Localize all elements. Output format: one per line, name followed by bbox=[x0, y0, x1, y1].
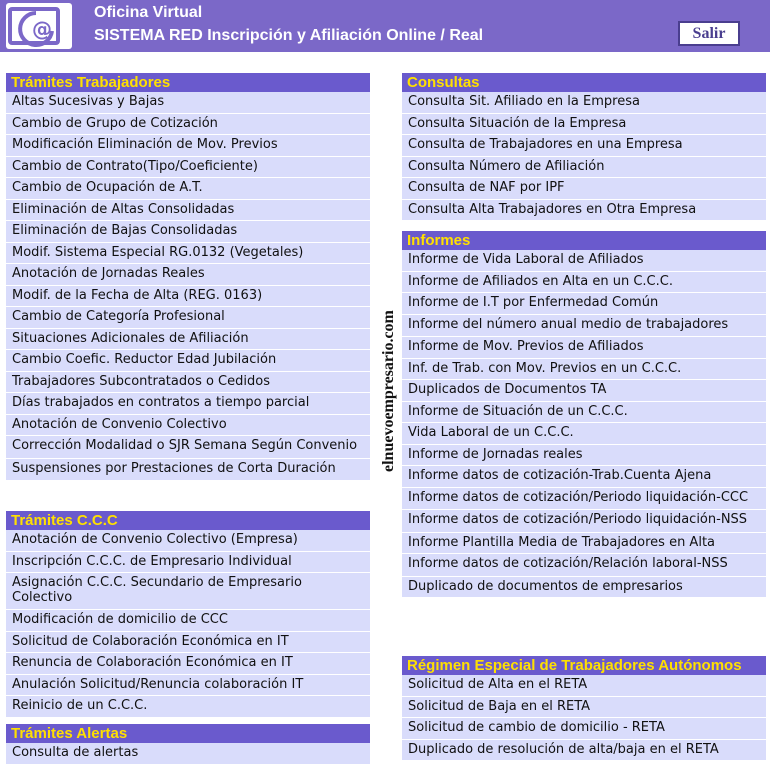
menu-item[interactable]: Consulta Sit. Afiliado en la Empresa bbox=[402, 92, 766, 114]
menu-item[interactable]: Inscripción C.C.C. de Empresario Individ… bbox=[6, 552, 370, 573]
section-title: Consultas bbox=[402, 73, 766, 92]
logo: @ bbox=[6, 3, 72, 49]
menu-item[interactable]: Informe datos de cotización/Relación lab… bbox=[402, 554, 766, 577]
menu-item[interactable]: Cambio de Ocupación de A.T. bbox=[6, 178, 370, 200]
menu-item[interactable]: Duplicado de resolución de alta/baja en … bbox=[402, 740, 766, 761]
menu-item[interactable]: Duplicado de documentos de empresarios bbox=[402, 577, 766, 598]
menu-item[interactable]: Inf. de Trab. con Mov. Previos en un C.C… bbox=[402, 359, 766, 380]
menu-item[interactable]: Informe de I.T por Enfermedad Común bbox=[402, 293, 766, 315]
menu-item[interactable]: Eliminación de Bajas Consolidadas bbox=[6, 221, 370, 243]
menu-item[interactable]: Asignación C.C.C. Secundario de Empresar… bbox=[6, 573, 370, 610]
menu-item[interactable]: Solicitud de cambio de domicilio - RETA bbox=[402, 718, 766, 740]
header-subtitle: SISTEMA RED Inscripción y Afiliación Onl… bbox=[94, 27, 484, 44]
menu-item[interactable]: Corrección Modalidad o SJR Semana Según … bbox=[6, 436, 370, 459]
menu-item[interactable]: Anotación de Jornadas Reales bbox=[6, 264, 370, 286]
menu-item[interactable]: Modif. Sistema Especial RG.0132 (Vegetal… bbox=[6, 243, 370, 264]
menu-item[interactable]: Modificación Eliminación de Mov. Previos bbox=[6, 135, 370, 157]
section-reta: Régimen Especial de Trabajadores Autónom… bbox=[402, 656, 766, 761]
section-tramites-alertas: Trámites Alertas Consulta de alertas bbox=[6, 724, 370, 765]
menu-item[interactable]: Reinicio de un C.C.C. bbox=[6, 696, 370, 718]
watermark: elnuevoempresario.com bbox=[372, 236, 402, 472]
menu-item[interactable]: Informe datos de cotización-Trab.Cuenta … bbox=[402, 466, 766, 488]
menu-item[interactable]: Consulta de alertas bbox=[6, 743, 370, 765]
menu-item[interactable]: Anotación de Convenio Colectivo (Empresa… bbox=[6, 530, 370, 552]
svg-text:@: @ bbox=[32, 17, 52, 41]
section-title: Trámites C.C.C bbox=[6, 511, 370, 530]
menu-item[interactable]: Vida Laboral de un C.C.C. bbox=[402, 423, 766, 445]
menu-item[interactable]: Cambio de Contrato(Tipo/Coeficiente) bbox=[6, 157, 370, 178]
menu-list: Consulta de alertas bbox=[6, 743, 370, 765]
menu-item[interactable]: Modif. de la Fecha de Alta (REG. 0163) bbox=[6, 286, 370, 307]
menu-item[interactable]: Consulta Número de Afiliación bbox=[402, 157, 766, 178]
menu-item[interactable]: Suspensiones por Prestaciones de Corta D… bbox=[6, 459, 370, 481]
exit-button[interactable]: Salir bbox=[678, 21, 740, 46]
section-title: Régimen Especial de Trabajadores Autónom… bbox=[402, 656, 766, 675]
menu-list: Consulta Sit. Afiliado en la Empresa Con… bbox=[402, 92, 766, 221]
menu-item[interactable]: Informe de Afiliados en Alta en un C.C.C… bbox=[402, 272, 766, 293]
watermark-text: elnuevoempresario.com bbox=[380, 309, 397, 472]
menu-list: Anotación de Convenio Colectivo (Empresa… bbox=[6, 530, 370, 718]
menu-item[interactable]: Trabajadores Subcontratados o Cedidos bbox=[6, 372, 370, 393]
menu-item[interactable]: Eliminación de Altas Consolidadas bbox=[6, 200, 370, 221]
menu-item[interactable]: Cambio de Categoría Profesional bbox=[6, 307, 370, 329]
menu-item[interactable]: Altas Sucesivas y Bajas bbox=[6, 92, 370, 114]
section-consultas: Consultas Consulta Sit. Afiliado en la E… bbox=[402, 73, 766, 221]
menu-item[interactable]: Consulta Situación de la Empresa bbox=[402, 114, 766, 135]
menu-item[interactable]: Informe de Jornadas reales bbox=[402, 445, 766, 466]
menu-item[interactable]: Informe datos de cotización/Periodo liqu… bbox=[402, 488, 766, 510]
app-header: @ Oficina Virtual SISTEMA RED Inscripció… bbox=[0, 0, 770, 52]
menu-item[interactable]: Informe de Mov. Previos de Afiliados bbox=[402, 337, 766, 359]
section-title: Informes bbox=[402, 231, 766, 250]
menu-item[interactable]: Solicitud de Colaboración Económica en I… bbox=[6, 632, 370, 653]
section-title: Trámites Trabajadores bbox=[6, 73, 370, 92]
menu-item[interactable]: Informe datos de cotización/Periodo liqu… bbox=[402, 510, 766, 533]
menu-item[interactable]: Consulta Alta Trabajadores en Otra Empre… bbox=[402, 200, 766, 221]
section-title: Trámites Alertas bbox=[6, 724, 370, 743]
menu-item[interactable]: Informe de Situación de un C.C.C. bbox=[402, 402, 766, 423]
menu-item[interactable]: Informe de Vida Laboral de Afiliados bbox=[402, 250, 766, 272]
section-informes: Informes Informe de Vida Laboral de Afil… bbox=[402, 231, 766, 598]
menu-item[interactable]: Anotación de Convenio Colectivo bbox=[6, 415, 370, 436]
menu-item[interactable]: Informe del número anual medio de trabaj… bbox=[402, 315, 766, 337]
menu-item[interactable]: Modificación de domicilio de CCC bbox=[6, 610, 370, 632]
menu-item[interactable]: Informe Plantilla Media de Trabajadores … bbox=[402, 533, 766, 554]
menu-item[interactable]: Solicitud de Alta en el RETA bbox=[402, 675, 766, 697]
header-title: Oficina Virtual bbox=[94, 4, 203, 21]
menu-list: Informe de Vida Laboral de Afiliados Inf… bbox=[402, 250, 766, 598]
menu-item[interactable]: Consulta de Trabajadores en una Empresa bbox=[402, 135, 766, 157]
section-tramites-ccc: Trámites C.C.C Anotación de Convenio Col… bbox=[6, 511, 370, 718]
menu-item[interactable]: Solicitud de Baja en el RETA bbox=[402, 697, 766, 718]
menu-item[interactable]: Consulta de NAF por IPF bbox=[402, 178, 766, 200]
menu-item[interactable]: Anulación Solicitud/Renuncia colaboració… bbox=[6, 675, 370, 696]
menu-item[interactable]: Cambio Coefic. Reductor Edad Jubilación bbox=[6, 350, 370, 372]
menu-list: Solicitud de Alta en el RETA Solicitud d… bbox=[402, 675, 766, 761]
menu-item[interactable]: Días trabajados en contratos a tiempo pa… bbox=[6, 393, 370, 415]
menu-item[interactable]: Duplicados de Documentos TA bbox=[402, 380, 766, 402]
menu-item[interactable]: Situaciones Adicionales de Afiliación bbox=[6, 329, 370, 350]
menu-item[interactable]: Cambio de Grupo de Cotización bbox=[6, 114, 370, 135]
menu-list: Altas Sucesivas y Bajas Cambio de Grupo … bbox=[6, 92, 370, 481]
menu-item[interactable]: Renuncia de Colaboración Económica en IT bbox=[6, 653, 370, 675]
section-tramites-trabajadores: Trámites Trabajadores Altas Sucesivas y … bbox=[6, 73, 370, 481]
